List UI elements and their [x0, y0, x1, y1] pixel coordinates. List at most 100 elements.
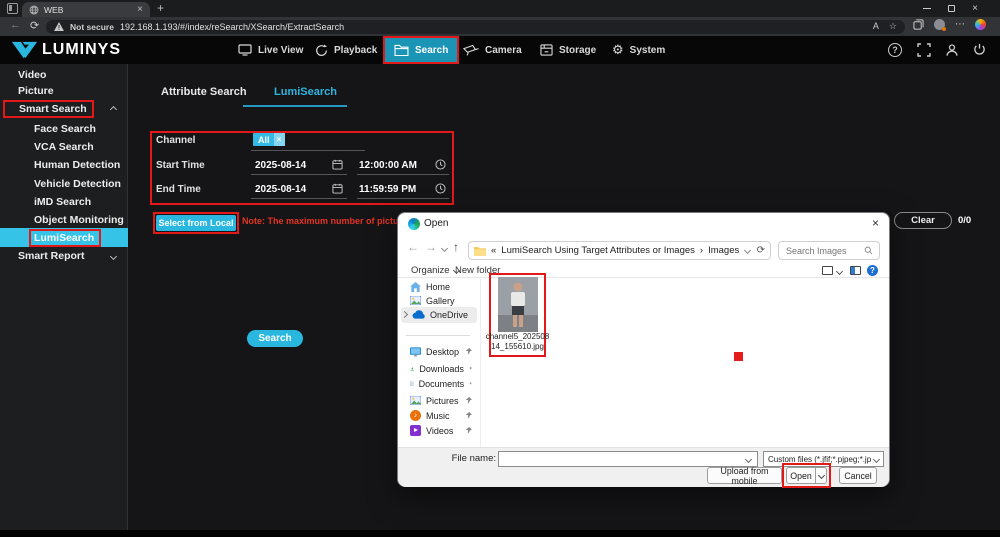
- new-tab-button[interactable]: +: [157, 1, 164, 15]
- camera-icon: [463, 44, 479, 56]
- upload-from-mobile-button[interactable]: Upload from mobile: [707, 467, 782, 484]
- screen: WEB × + × ← ⟳ Not secure 192.168.1.193/#…: [0, 0, 1000, 537]
- address-bar[interactable]: Not secure 192.168.1.193/#/index/reSearc…: [46, 20, 905, 34]
- start-clock-field[interactable]: 12:00:00 AM: [359, 160, 417, 171]
- profile-avatar[interactable]: [934, 19, 945, 30]
- clock-icon[interactable]: [435, 159, 446, 170]
- calendar-icon[interactable]: [332, 183, 343, 194]
- calendar-icon[interactable]: [332, 159, 343, 170]
- recent-locations-icon[interactable]: [441, 245, 448, 252]
- nav-storage[interactable]: Storage: [540, 36, 596, 64]
- end-clock-field[interactable]: 11:59:59 PM: [359, 184, 416, 195]
- search-button[interactable]: Search: [247, 330, 303, 347]
- nav-camera[interactable]: Camera: [463, 36, 522, 64]
- pin-icon: [469, 365, 472, 372]
- expand-icon[interactable]: [401, 311, 408, 318]
- dialog-sidebar-documents[interactable]: Documents: [398, 376, 480, 391]
- tab-lumisearch[interactable]: LumiSearch: [274, 86, 337, 98]
- videos-icon: [410, 425, 421, 436]
- dialog-sidebar-desktop[interactable]: Desktop: [398, 344, 480, 359]
- breadcrumb-current[interactable]: Images: [708, 245, 739, 256]
- sidebar-item-lumisearch[interactable]: LumiSearch: [0, 228, 128, 247]
- sidebar-item-human-detection[interactable]: Human Detection: [0, 156, 128, 174]
- help-button[interactable]: ?: [888, 43, 902, 57]
- nav-camera-label: Camera: [485, 45, 522, 56]
- dialog-back-icon[interactable]: ←: [407, 240, 419, 254]
- dialog-search-input[interactable]: [784, 245, 864, 257]
- tab-search-icon[interactable]: [7, 3, 18, 14]
- tab-attribute-search[interactable]: Attribute Search: [161, 86, 247, 98]
- breadcrumb-parent[interactable]: LumiSearch Using Target Attributes or Im…: [501, 245, 695, 256]
- nav-search[interactable]: Search: [383, 36, 459, 64]
- dialog-search-box[interactable]: [778, 241, 880, 260]
- tag-remove-icon[interactable]: ×: [274, 133, 285, 146]
- onedrive-icon: [412, 310, 425, 319]
- dialog-sidebar-onedrive[interactable]: OneDrive: [398, 307, 480, 322]
- sidebar-item-picture[interactable]: Picture: [0, 82, 128, 100]
- file-name-input[interactable]: [499, 454, 746, 465]
- dialog-forward-icon[interactable]: →: [425, 240, 437, 254]
- dialog-help-icon[interactable]: ?: [867, 265, 878, 276]
- dialog-sidebar-music[interactable]: ♪ Music: [398, 408, 480, 423]
- cancel-button[interactable]: Cancel: [839, 467, 877, 484]
- browser-refresh-icon[interactable]: ⟳: [30, 19, 39, 32]
- address-dropdown-icon[interactable]: [744, 247, 751, 254]
- url-text[interactable]: 192.168.1.193/#/index/reSearch/XSearch/E…: [120, 22, 344, 32]
- pin-icon: [465, 427, 472, 434]
- tab-close-icon[interactable]: ×: [137, 5, 143, 15]
- tab-title: WEB: [44, 5, 132, 15]
- pin-icon: [469, 380, 472, 387]
- dialog-address-bar[interactable]: « LumiSearch Using Target Attributes or …: [468, 241, 771, 260]
- dialog-sidebar-pictures[interactable]: Pictures: [398, 393, 480, 408]
- window-maximize-button[interactable]: [939, 0, 963, 17]
- help-icon: ?: [892, 45, 898, 55]
- file-name-line2: 14_155610.jpg: [491, 342, 544, 352]
- edge-app-icon: [408, 218, 420, 230]
- change-view-icon[interactable]: [822, 266, 833, 275]
- user-icon[interactable]: [945, 43, 959, 57]
- start-date-field[interactable]: 2025-08-14: [255, 160, 306, 171]
- sidebar-item-vehicle-detection[interactable]: Vehicle Detection: [0, 175, 128, 193]
- open-split-dropdown[interactable]: [815, 467, 826, 484]
- window-minimize-button[interactable]: [915, 0, 939, 17]
- dialog-sidebar-videos[interactable]: Videos: [398, 423, 480, 438]
- browser-back-icon[interactable]: ←: [10, 19, 21, 31]
- end-date-field[interactable]: 2025-08-14: [255, 184, 306, 195]
- clear-button[interactable]: Clear: [894, 212, 952, 229]
- file-item[interactable]: channel5_202508 14_155610.jpg: [489, 273, 546, 357]
- select-from-local-button[interactable]: Select from Local: [156, 215, 236, 231]
- dialog-refresh-icon[interactable]: ⟳: [757, 245, 765, 256]
- dialog-sidebar-gallery[interactable]: Gallery: [398, 293, 480, 308]
- bookmark-star-icon[interactable]: ☆: [889, 21, 897, 32]
- sidebar-item-smart-search[interactable]: Smart Search: [0, 100, 128, 118]
- dialog-sidebar-downloads[interactable]: Downloads: [398, 361, 480, 376]
- sidebar-item-object-monitoring[interactable]: Object Monitoring: [0, 211, 128, 229]
- power-icon[interactable]: [973, 43, 986, 56]
- browser-menu-icon[interactable]: ⋯: [955, 19, 965, 30]
- file-type-dropdown-icon: [873, 455, 880, 462]
- sidebar-item-vca-search[interactable]: VCA Search: [0, 138, 128, 156]
- sidebar-item-smart-report[interactable]: Smart Report: [0, 247, 128, 265]
- details-pane-icon[interactable]: [850, 266, 861, 275]
- dialog-up-icon[interactable]: ↑: [453, 240, 459, 254]
- active-tab-underline: [243, 105, 347, 107]
- nav-playback[interactable]: Playback: [315, 36, 377, 64]
- nav-live-view[interactable]: Live View: [238, 36, 303, 64]
- dialog-close-icon[interactable]: ×: [872, 216, 879, 230]
- read-aloud-icon[interactable]: A: [873, 21, 879, 32]
- sidebar-item-face-search[interactable]: Face Search: [0, 120, 128, 138]
- clock-icon[interactable]: [435, 183, 446, 194]
- collections-icon[interactable]: [913, 19, 924, 30]
- fullscreen-icon[interactable]: [917, 43, 931, 57]
- organize-menu[interactable]: Organize: [411, 265, 459, 276]
- dialog-sidebar-home[interactable]: Home: [398, 279, 480, 294]
- file-name-dropdown-icon[interactable]: [745, 455, 752, 462]
- open-button[interactable]: Open: [786, 467, 827, 484]
- nav-system[interactable]: ⚙ System: [612, 36, 665, 64]
- sidebar-item-imd-search[interactable]: iMD Search: [0, 193, 128, 211]
- copilot-icon[interactable]: [975, 19, 986, 30]
- channel-value-tag[interactable]: All ×: [253, 133, 285, 146]
- browser-tab[interactable]: WEB ×: [22, 2, 150, 17]
- view-dropdown-icon[interactable]: [836, 268, 843, 275]
- window-close-button[interactable]: ×: [963, 0, 987, 17]
